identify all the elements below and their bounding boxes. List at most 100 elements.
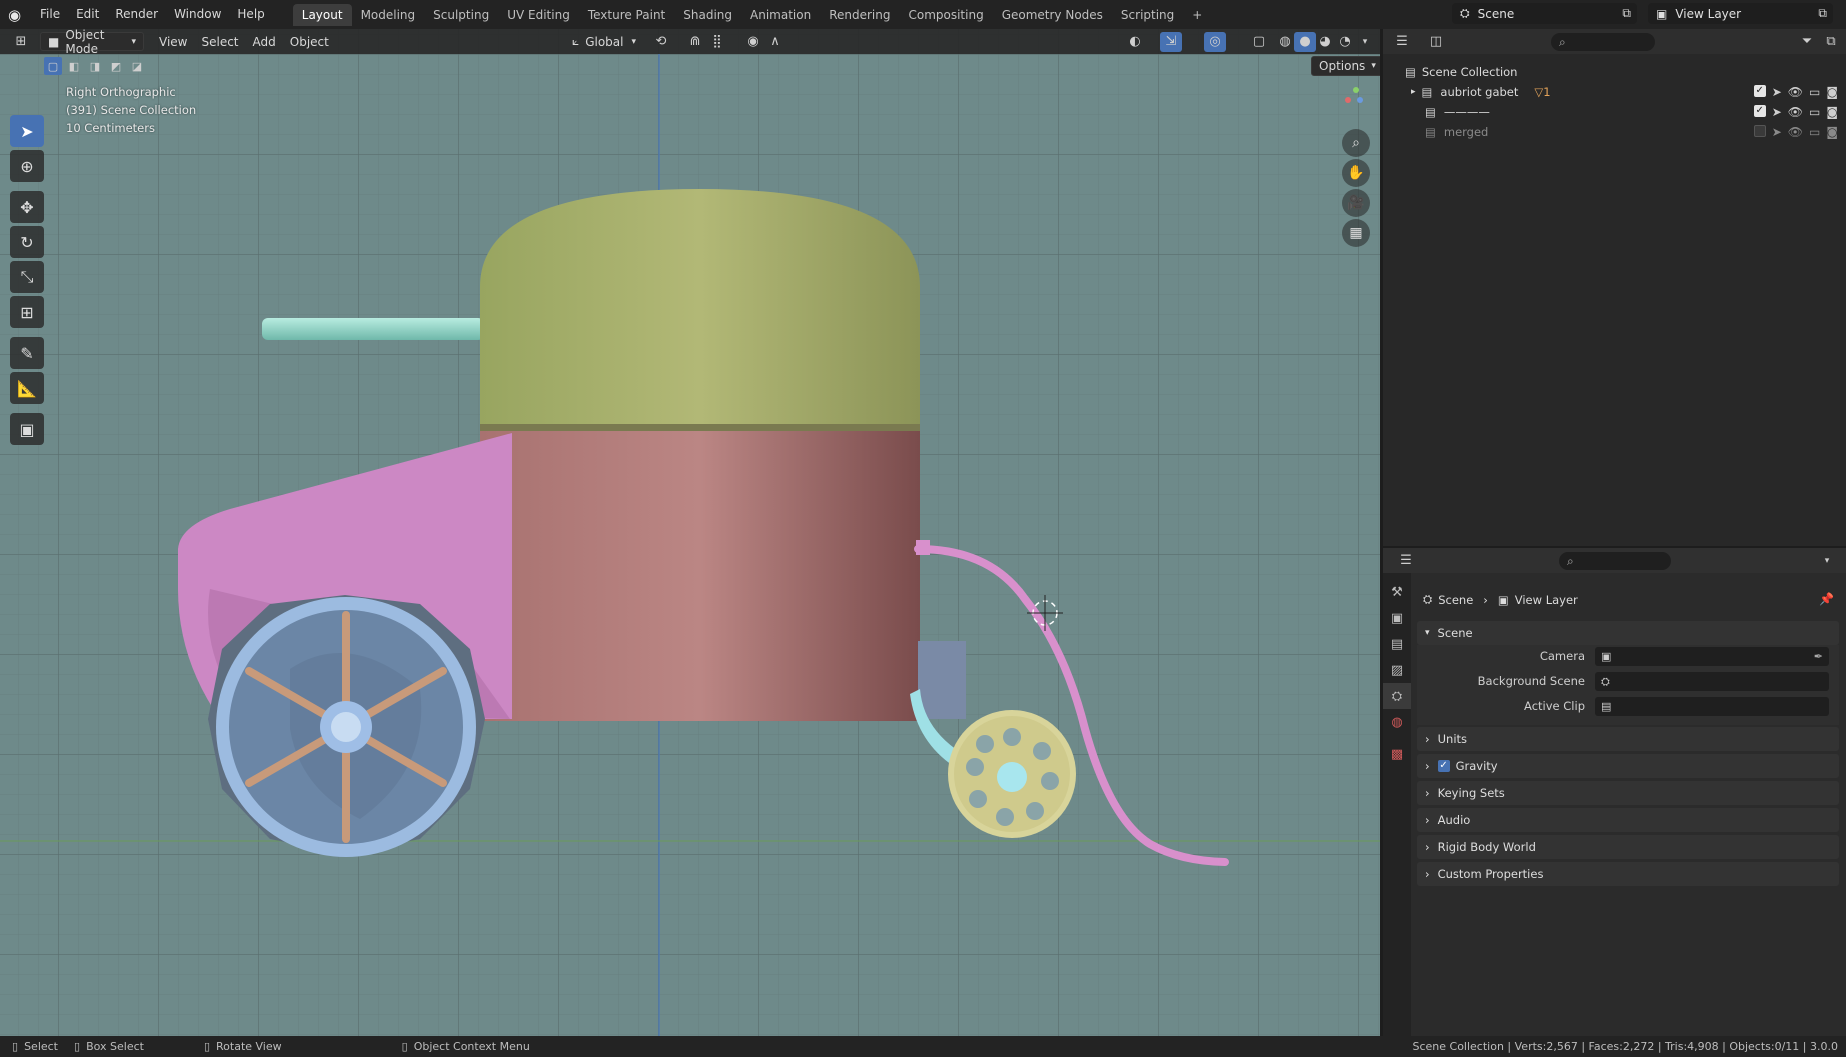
add-cube-tool[interactable]: ▣ [10, 413, 44, 445]
camera-view-button[interactable]: 🎥 [1342, 189, 1370, 217]
gravity-checkbox[interactable]: ✓ [1437, 760, 1450, 772]
exclude-checkbox[interactable] [1753, 125, 1766, 137]
transform-tool[interactable]: ⊞ [10, 296, 44, 328]
3d-viewport[interactable]: ⊞ ■ Object Mode ▾ View Select Add Object… [0, 29, 1380, 1036]
render-camera-icon[interactable]: ◙ [1826, 105, 1838, 119]
visibility-icon[interactable]: ◐ [1124, 32, 1146, 52]
units-panel-header[interactable]: › Units [1417, 727, 1839, 751]
eye-icon[interactable]: 👁 [1788, 125, 1803, 139]
outliner-row[interactable]: ▤ ———— ✓ ➤ 👁 ▭ ◙ [1383, 102, 1846, 122]
tab-geometry-nodes[interactable]: Geometry Nodes [993, 4, 1112, 26]
gizmo-icon[interactable]: ⇲ [1160, 31, 1182, 52]
xray-icon[interactable]: ▢ [1248, 32, 1270, 52]
editor-type-icon[interactable]: ⊞ [10, 32, 32, 52]
scene-selector[interactable]: ⛭ Scene ⧉ [1452, 3, 1637, 24]
blender-logo-icon[interactable]: ◉ [8, 6, 32, 24]
menu-render[interactable]: Render [107, 0, 166, 29]
big-wheel[interactable] [208, 595, 485, 857]
tank-body[interactable] [480, 431, 920, 721]
snap-target-icon[interactable]: ⣿ [706, 32, 728, 52]
menu-view[interactable]: View [152, 32, 194, 51]
custom-properties-panel-header[interactable]: › Custom Properties [1417, 862, 1839, 886]
select-box-tool[interactable]: ➤ [10, 115, 44, 147]
audio-panel-header[interactable]: › Audio [1417, 808, 1839, 832]
expand-arrow-icon[interactable]: ▸ [1411, 87, 1416, 97]
outliner-search[interactable]: ⌕ [1551, 33, 1655, 51]
pin-icon[interactable]: 📌 [1819, 592, 1834, 606]
menu-window[interactable]: Window [166, 0, 229, 29]
tab-uv-editing[interactable]: UV Editing [498, 4, 579, 26]
tab-tool[interactable]: ⚒ [1383, 579, 1411, 605]
chevron-down-icon[interactable]: ▾ [1816, 551, 1838, 571]
solid-shading-icon[interactable]: ● [1294, 31, 1316, 52]
3d-cursor[interactable] [1027, 595, 1063, 631]
left-pipe[interactable] [262, 318, 484, 340]
small-wheel[interactable] [948, 710, 1076, 838]
render-camera-icon[interactable]: ◙ [1826, 85, 1838, 99]
snap-magnet-icon[interactable]: ⋒ [684, 32, 706, 52]
menu-object[interactable]: Object [283, 32, 336, 51]
camera-field[interactable]: ▣ ✒ [1595, 647, 1829, 666]
editor-type-icon[interactable]: ☰ [1391, 32, 1413, 52]
keying-sets-panel-header[interactable]: › Keying Sets [1417, 781, 1839, 805]
scene-panel-header[interactable]: ▾ Scene [1417, 621, 1839, 645]
outliner-row[interactable]: ▸ ▤ aubriot gabet ▽1 ✓ ➤ 👁 ▭ ◙ [1383, 82, 1846, 102]
pan-button[interactable]: ✋ [1342, 159, 1370, 187]
render-camera-icon[interactable]: ◙ [1826, 125, 1838, 139]
properties-search[interactable]: ⌕ [1559, 552, 1671, 570]
eye-icon[interactable]: 👁 [1788, 105, 1803, 119]
exclude-checkbox[interactable]: ✓ [1753, 85, 1766, 97]
viewport-icon[interactable]: ▭ [1809, 85, 1820, 99]
menu-file[interactable]: File [32, 0, 68, 29]
overlays-icon[interactable]: ◎ [1204, 31, 1226, 52]
navigation-gizmo[interactable] [1335, 81, 1375, 121]
menu-edit[interactable]: Edit [68, 0, 107, 29]
scale-tool[interactable]: ⤡ [10, 261, 44, 293]
add-workspace-button[interactable]: + [1183, 4, 1211, 26]
filter-icon[interactable]: ⏷ [1796, 32, 1818, 52]
select-extend-icon[interactable]: ◧ [65, 57, 83, 75]
scene-collection-row[interactable]: ▤ Scene Collection [1383, 62, 1846, 82]
proportional-edit-icon[interactable]: ◉ [742, 32, 764, 52]
select-arrow-icon[interactable]: ➤ [1772, 125, 1782, 139]
rigid-body-world-panel-header[interactable]: › Rigid Body World [1417, 835, 1839, 859]
tab-animation[interactable]: Animation [741, 4, 820, 26]
new-scene-icon[interactable]: ⧉ [1622, 6, 1631, 21]
tab-texture[interactable]: ▩ [1383, 741, 1411, 767]
tab-rendering[interactable]: Rendering [820, 4, 899, 26]
pivot-icon[interactable]: ⟲ [650, 32, 672, 52]
rendered-shading-icon[interactable]: ◔ [1334, 32, 1356, 52]
editor-type-icon[interactable]: ☰ [1395, 551, 1417, 571]
viewport-icon[interactable]: ▭ [1809, 125, 1820, 139]
select-arrow-icon[interactable]: ➤ [1772, 85, 1782, 99]
new-view-layer-icon[interactable]: ⧉ [1818, 6, 1827, 21]
new-collection-icon[interactable]: ⧉ [1820, 32, 1842, 52]
display-mode-icon[interactable]: ◫ [1425, 32, 1447, 52]
outliner-row[interactable]: ▤ merged ➤ 👁 ▭ ◙ [1383, 122, 1846, 142]
tab-compositing[interactable]: Compositing [899, 4, 992, 26]
zoom-button[interactable]: ⌕ [1342, 129, 1370, 157]
cursor-tool[interactable]: ⊕ [10, 150, 44, 182]
falloff-icon[interactable]: ∧ [764, 32, 786, 52]
material-shading-icon[interactable]: ◕ [1314, 32, 1336, 52]
mode-selector[interactable]: ■ Object Mode ▾ [40, 29, 144, 56]
tab-render[interactable]: ▣ [1383, 605, 1411, 631]
exclude-checkbox[interactable]: ✓ [1753, 105, 1766, 117]
scene-render[interactable] [0, 29, 1380, 1036]
background-scene-field[interactable]: ⛭ [1595, 672, 1829, 691]
tank-top[interactable] [480, 189, 920, 429]
select-new-icon[interactable]: ▢ [44, 57, 62, 75]
menu-select[interactable]: Select [194, 32, 245, 51]
options-dropdown[interactable]: Options ▾ [1311, 56, 1380, 76]
gravity-panel-header[interactable]: › ✓ Gravity [1417, 754, 1839, 778]
tab-layout[interactable]: Layout [292, 3, 352, 26]
tab-texture-paint[interactable]: Texture Paint [579, 4, 674, 26]
tab-shading[interactable]: Shading [674, 4, 741, 26]
menu-add[interactable]: Add [246, 32, 283, 51]
eyedropper-icon[interactable]: ✒ [1814, 650, 1823, 663]
eye-icon[interactable]: 👁 [1788, 85, 1803, 99]
viewport-icon[interactable]: ▭ [1809, 105, 1820, 119]
menu-help[interactable]: Help [229, 0, 272, 29]
select-subtract-icon[interactable]: ◨ [86, 57, 104, 75]
view-layer-selector[interactable]: ▣ View Layer ⧉ [1648, 3, 1833, 24]
